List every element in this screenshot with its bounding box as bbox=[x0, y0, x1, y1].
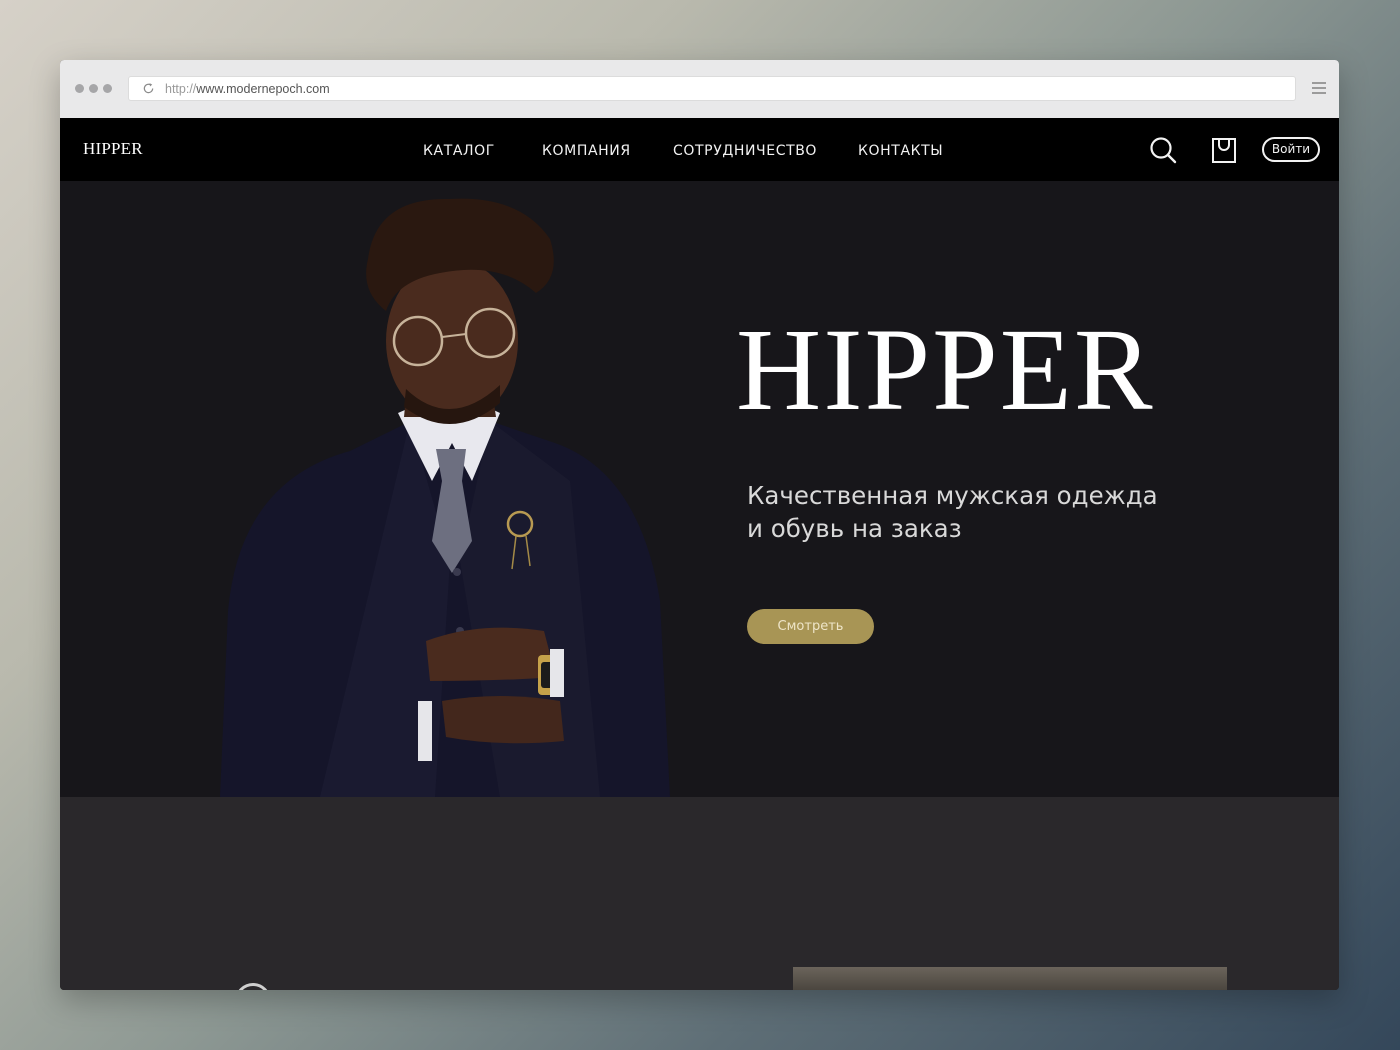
search-icon[interactable] bbox=[1148, 135, 1178, 165]
site-header: HIPPER Каталог Компания Сотрудничество К… bbox=[60, 118, 1339, 181]
nav-link-partnership[interactable]: Сотрудничество bbox=[673, 143, 817, 159]
window-controls bbox=[75, 84, 112, 93]
nav-link-catalog[interactable]: Каталог bbox=[423, 143, 495, 159]
window-maximize-dot[interactable] bbox=[103, 84, 112, 93]
site-logo[interactable]: HIPPER bbox=[83, 139, 143, 159]
url-text[interactable]: http://www.modernepoch.com bbox=[165, 82, 330, 96]
hero-subtitle-line-1: Качественная мужская одежда bbox=[747, 481, 1158, 510]
window-minimize-dot[interactable] bbox=[89, 84, 98, 93]
next-section bbox=[60, 797, 1339, 990]
url-host: www.modernepoch.com bbox=[196, 82, 330, 96]
browser-toolbar: http://www.modernepoch.com bbox=[60, 60, 1339, 119]
hero-subtitle: Качественная мужская одежда и обувь на з… bbox=[747, 479, 1227, 545]
browser-window: http://www.modernepoch.com HIPPER Катало… bbox=[60, 60, 1339, 990]
browser-menu-icon[interactable] bbox=[1312, 82, 1326, 96]
login-button[interactable]: Войти bbox=[1262, 137, 1320, 162]
window-close-dot[interactable] bbox=[75, 84, 84, 93]
address-bar[interactable]: http://www.modernepoch.com bbox=[128, 76, 1296, 101]
nav-link-contacts[interactable]: Контакты bbox=[858, 143, 943, 159]
nav-link-company[interactable]: Компания bbox=[542, 143, 631, 159]
hero-subtitle-line-2: и обувь на заказ bbox=[747, 514, 962, 543]
hero-model-photo bbox=[220, 198, 670, 797]
view-button[interactable]: Смотреть bbox=[747, 609, 874, 644]
url-protocol: http:// bbox=[165, 82, 197, 96]
hero-title: HIPPER bbox=[736, 304, 1155, 435]
website: HIPPER Каталог Компания Сотрудничество К… bbox=[60, 118, 1339, 990]
reload-icon[interactable] bbox=[142, 82, 155, 95]
circle-icon bbox=[235, 983, 271, 990]
section-image bbox=[793, 967, 1227, 990]
shopping-bag-icon[interactable] bbox=[1210, 135, 1238, 165]
hero-section: HIPPER Качественная мужская одежда и обу… bbox=[60, 181, 1339, 797]
